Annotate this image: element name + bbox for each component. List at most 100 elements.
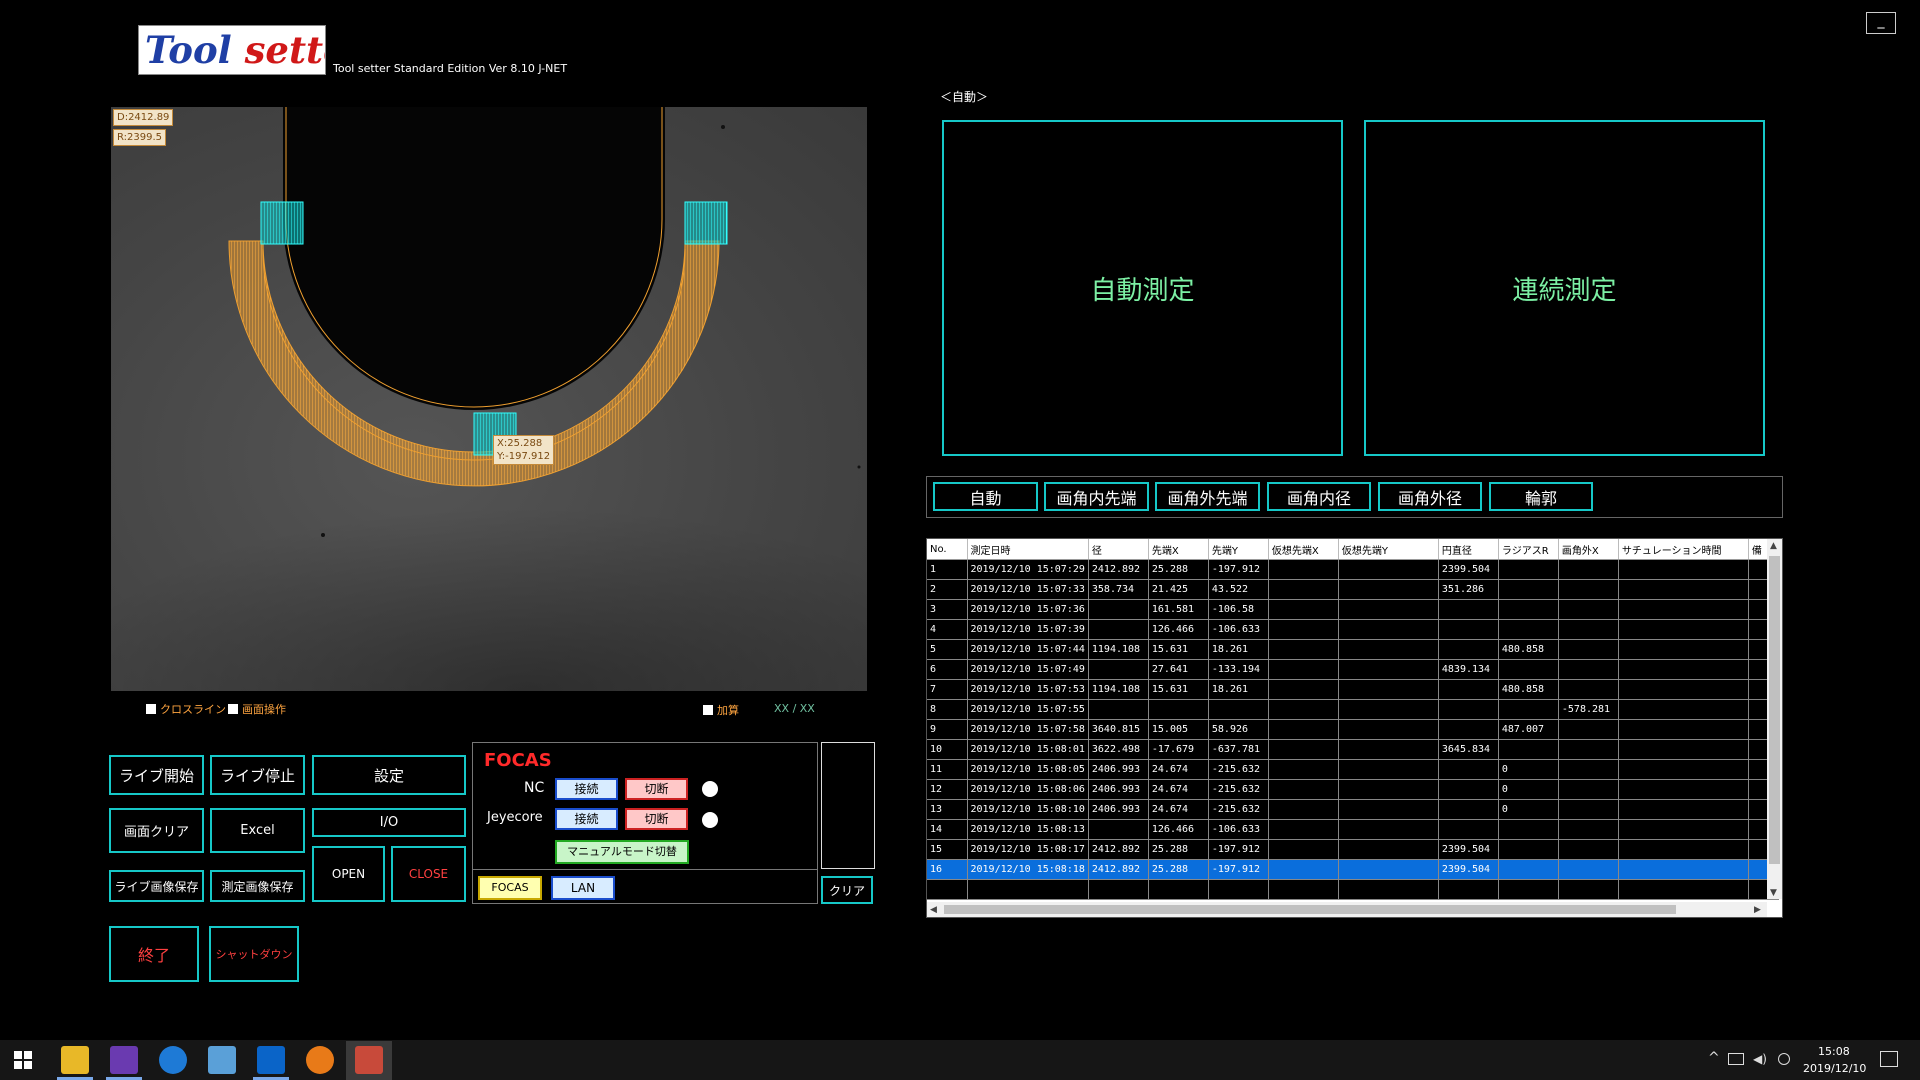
volume-icon[interactable]: ◀) xyxy=(1753,1052,1767,1066)
tab-inner-tip[interactable]: 画角内先端 xyxy=(1044,482,1149,511)
table-cell xyxy=(1338,739,1439,760)
column-header[interactable]: ラジアスR xyxy=(1498,539,1559,560)
table-cell xyxy=(1558,659,1619,680)
table-cell: 25.288 xyxy=(1148,839,1209,860)
nc-disconnect-button[interactable]: 切断 xyxy=(625,778,688,800)
scroll-down-icon[interactable]: ▼ xyxy=(1770,888,1777,898)
table-row[interactable]: 15 2019/12/10 15:08:17 2412.892 25.288 -197.… xyxy=(927,839,1779,860)
tray-chevron-icon[interactable]: ^ xyxy=(1708,1050,1720,1066)
crossline-checkbox-box[interactable] xyxy=(146,704,156,714)
results-table[interactable]: No. 測定日時径先端X 先端Y 仮想先端X 仮想先端Y 円直径 ラジアスR 画角外X サチュレ… xyxy=(926,538,1783,918)
scroll-left-icon[interactable]: ◀ xyxy=(930,905,937,915)
table-cell xyxy=(1618,559,1749,580)
screen-operation-checkbox-box[interactable] xyxy=(228,704,238,714)
table-cell xyxy=(1498,859,1559,880)
table-cell xyxy=(1618,719,1749,740)
column-header[interactable]: 円直径 xyxy=(1438,539,1499,560)
table-row[interactable]: 2 2019/12/10 15:07:33 358.734 21.425 43.522 3… xyxy=(927,579,1779,600)
table-row[interactable]: 4 2019/12/10 15:07:39 126.466 -106.633 xyxy=(927,619,1779,640)
focas-mode-button[interactable]: FOCAS xyxy=(478,876,542,900)
manual-mode-toggle-button[interactable]: マニュアルモード切替 xyxy=(555,840,689,864)
table-row[interactable]: 8 2019/12/10 15:07:55 -578.281 xyxy=(927,699,1779,720)
outlook-icon[interactable] xyxy=(257,1046,285,1074)
live-stop-button[interactable]: ライブ停止 xyxy=(210,755,305,795)
table-row[interactable]: 7 2019/12/10 15:07:53 1194.108 15.631 18.261… xyxy=(927,679,1779,700)
table-cell xyxy=(1558,779,1619,800)
add-checkbox[interactable]: 加算 xyxy=(703,702,739,718)
continuous-measure-button[interactable]: 連続測定 xyxy=(1364,120,1765,456)
tab-auto[interactable]: 自動 xyxy=(933,482,1038,511)
table-cell: 8 xyxy=(927,699,968,720)
table-cell xyxy=(1498,659,1559,680)
lan-mode-button[interactable]: LAN xyxy=(551,876,615,900)
nc-connect-button[interactable]: 接続 xyxy=(555,778,618,800)
table-row[interactable]: 14 2019/12/10 15:08:13 126.466 -106.633 xyxy=(927,819,1779,840)
save-live-image-button[interactable]: ライブ画像保存 xyxy=(109,870,204,902)
internet-explorer-icon[interactable] xyxy=(159,1046,187,1074)
tab-outer-diameter[interactable]: 画角外径 xyxy=(1378,482,1482,511)
screen-operation-label: 画面操作 xyxy=(242,703,286,716)
notification-icon[interactable] xyxy=(1880,1051,1898,1067)
file-explorer-icon[interactable] xyxy=(61,1046,89,1074)
auto-measure-button[interactable]: 自動測定 xyxy=(942,120,1343,456)
excel-button[interactable]: Excel xyxy=(210,808,305,853)
open-button[interactable]: OPEN xyxy=(312,846,385,902)
column-header[interactable]: 仮想先端X xyxy=(1268,539,1339,560)
table-row[interactable]: 12 2019/12/10 15:08:06 2406.993 24.674 -215.… xyxy=(927,779,1779,800)
radius-label: R:2399.5 xyxy=(113,129,166,146)
table-row[interactable]: 9 2019/12/10 15:07:58 3640.815 15.005 58.926… xyxy=(927,719,1779,740)
jeyecore-connect-button[interactable]: 接続 xyxy=(555,808,618,830)
table-row[interactable]: 1 2019/12/10 15:07:29 2412.892 25.288 -197.9… xyxy=(927,559,1779,580)
visual-studio-icon[interactable] xyxy=(110,1046,138,1074)
table-row[interactable]: 11 2019/12/10 15:08:05 2406.993 24.674 -215.… xyxy=(927,759,1779,780)
table-cell: 480.858 xyxy=(1498,679,1559,700)
column-header[interactable]: 測定日時 xyxy=(967,539,1089,560)
table-row[interactable]: 13 2019/12/10 15:08:10 2406.993 24.674 -215.… xyxy=(927,799,1779,820)
network-app-icon[interactable] xyxy=(208,1046,236,1074)
tab-outer-tip[interactable]: 画角外先端 xyxy=(1155,482,1260,511)
table-row[interactable]: 5 2019/12/10 15:07:44 1194.108 15.631 18.261… xyxy=(927,639,1779,660)
table-row[interactable]: 6 2019/12/10 15:07:49 27.641 -133.194 4839.1… xyxy=(927,659,1779,680)
clock-time[interactable]: 15:08 xyxy=(1818,1045,1850,1058)
shutdown-button[interactable]: シャットダウン xyxy=(209,926,299,982)
ha-app-icon[interactable] xyxy=(306,1046,334,1074)
toolsetter-app-icon-active[interactable] xyxy=(355,1046,383,1074)
crossline-checkbox[interactable]: クロスライン xyxy=(146,701,226,717)
table-cell xyxy=(1558,859,1619,880)
clear-button[interactable]: クリア xyxy=(821,876,873,904)
table-cell xyxy=(1438,759,1499,780)
horizontal-scroll-thumb[interactable] xyxy=(944,905,1676,914)
column-header[interactable]: 画角外X xyxy=(1558,539,1619,560)
screen-clear-button[interactable]: 画面クリア xyxy=(109,808,204,853)
jeyecore-disconnect-button[interactable]: 切断 xyxy=(625,808,688,830)
column-header[interactable]: サチュレーション時間 xyxy=(1618,539,1749,560)
windows-start-icon[interactable] xyxy=(14,1051,32,1069)
io-button[interactable]: I/O xyxy=(312,808,466,837)
table-cell: 14 xyxy=(927,819,968,840)
minimize-button[interactable]: _ xyxy=(1866,12,1896,34)
exit-button[interactable]: 終了 xyxy=(109,926,199,982)
table-row[interactable]: 16 2019/12/10 15:08:18 2412.892 25.288 -197.… xyxy=(927,859,1779,880)
close-button[interactable]: CLOSE xyxy=(391,846,466,902)
column-header[interactable]: 先端Y xyxy=(1208,539,1269,560)
settings-button[interactable]: 設定 xyxy=(312,755,466,795)
screen-operation-checkbox[interactable]: 画面操作 xyxy=(228,701,286,717)
column-header[interactable]: No. xyxy=(927,539,968,560)
column-header[interactable]: 径 xyxy=(1088,539,1149,560)
tab-contour[interactable]: 輪郭 xyxy=(1489,482,1593,511)
column-header[interactable]: 先端X xyxy=(1148,539,1209,560)
scroll-right-icon[interactable]: ▶ xyxy=(1754,905,1761,915)
camera-view[interactable] xyxy=(111,107,867,691)
clock-date[interactable]: 2019/12/10 xyxy=(1803,1062,1866,1075)
status-tray-icon[interactable] xyxy=(1778,1053,1790,1065)
live-start-button[interactable]: ライブ開始 xyxy=(109,755,204,795)
add-checkbox-box[interactable] xyxy=(703,705,713,715)
table-row[interactable]: 3 2019/12/10 15:07:36 161.581 -106.58 xyxy=(927,599,1779,620)
table-row[interactable]: 10 2019/12/10 15:08:01 3622.498 -17.679 -637… xyxy=(927,739,1779,760)
tab-inner-diameter[interactable]: 画角内径 xyxy=(1267,482,1371,511)
vertical-scroll-thumb[interactable] xyxy=(1769,556,1780,864)
scroll-up-icon[interactable]: ▲ xyxy=(1770,541,1777,551)
network-tray-icon[interactable] xyxy=(1728,1053,1744,1065)
column-header[interactable]: 仮想先端Y xyxy=(1338,539,1439,560)
save-measurement-image-button[interactable]: 測定画像保存 xyxy=(210,870,305,902)
